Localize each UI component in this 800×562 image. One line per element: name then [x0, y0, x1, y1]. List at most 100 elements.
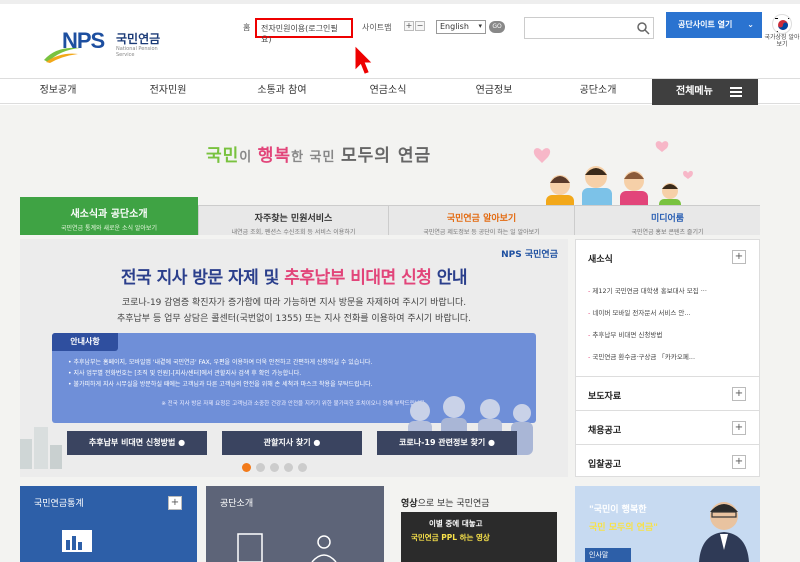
video-thumbnail[interactable]: 이별 중에 대놓고 국민연금 PPL 하는 영상 [401, 512, 557, 562]
tab-title: 자주찾는 민원서비스 [254, 214, 333, 224]
promo-line-1: "국민이 행복한 [589, 505, 647, 515]
slide-dot[interactable] [298, 463, 307, 472]
gnb-item-communication[interactable]: 소통과 참여 [232, 79, 332, 105]
slide-dot-active[interactable] [242, 463, 251, 472]
notice-item: • 추후납부는 홈페이지, 모바일앱 '내곁에 국민연금' FAX, 우편을 이… [68, 359, 373, 366]
sitemap-link[interactable]: 사이트맵 [362, 22, 391, 33]
news-list: 제12기 국민연금 대학생 홍보대사 모집 ··· 네이버 모바일 전자문서 서… [588, 280, 753, 368]
korea-flag-icon[interactable] [772, 14, 792, 34]
tab-frequent-services[interactable]: 자주찾는 민원서비스 내연금 조회, 펜션스 수신조회 등 서비스 이용하기 [198, 205, 388, 236]
banner-subtitle-1: 코로나-19 감염증 확진자가 증가함에 따라 가능하면 지사 방문을 자제하여… [121, 298, 467, 308]
logo-brand: NPS [62, 28, 105, 53]
tab-subtitle: 국민연금 통계와 새로운 소식 알아보기 [61, 225, 157, 232]
press-section: 보도자료 + [576, 376, 759, 402]
tab-media-room[interactable]: 미디어룸 국민연금 홍보 콘텐츠 즐기기 [574, 205, 760, 236]
bid-title[interactable]: 입찰공고 [588, 457, 621, 470]
banner-title-b: 추후납부 비대면 신청 [284, 268, 432, 288]
tab-title: 새소식과 공단소개 [70, 209, 148, 220]
press-more-button[interactable]: + [732, 387, 746, 401]
gnb-item-info[interactable]: 정보공개 [8, 79, 108, 105]
taegeuk-icon [775, 18, 791, 32]
news-panel: 새소식 + 제12기 국민연금 대학생 홍보대사 모집 ··· 네이버 모바일 … [575, 239, 760, 477]
news-item[interactable]: 추후납부 비대면 신청방법 [588, 324, 753, 346]
tab-subtitle: 국민연금 홍보 콘텐츠 즐기기 [631, 229, 704, 236]
slogan-part-e: 모두의 연금 [341, 146, 432, 166]
news-more-button[interactable]: + [732, 250, 746, 264]
stats-title: 국민연금통계 [34, 499, 84, 509]
banner-logo: NPS 국민연금 [501, 250, 558, 260]
main-banner[interactable]: NPS 국민연금 전국 지사 방문 자제 및 추후납부 비대면 신청 안내 코로… [20, 239, 568, 477]
slide-dot[interactable] [256, 463, 265, 472]
tab-title: 국민연금 알아보기 [446, 214, 517, 224]
promo-line-2: 국민 모두의 연금" [589, 523, 658, 533]
home-link[interactable]: 홈 [243, 22, 250, 33]
recruit-section: 채용공고 + [576, 410, 759, 436]
stats-card[interactable]: 국민연금통계 + [20, 486, 197, 562]
slogan-part-a: 국민 [206, 146, 240, 166]
search-icon[interactable] [636, 21, 650, 35]
zoom-in-button[interactable]: + [404, 21, 414, 31]
gnb-item-pension-info[interactable]: 연금정보 [444, 79, 544, 105]
hamburger-icon [730, 87, 742, 97]
news-item[interactable]: 국민연금 환수금·구상금 「카카오페... [588, 346, 753, 368]
covid-info-button[interactable]: 코로나-19 관련정보 찾기 ● [377, 431, 517, 455]
gnb-item-about[interactable]: 공단소개 [548, 79, 648, 105]
button-label: 관할지사 찾기 [263, 438, 311, 447]
slogan-part-d: 한 국민 [291, 150, 341, 165]
tab-learn-pension[interactable]: 국민연금 알아보기 국민연금 제도정보 등 공단이 하는 일 알아보기 [388, 205, 574, 236]
tab-subtitle: 국민연금 제도정보 등 공단이 하는 일 알아보기 [423, 229, 540, 236]
video-title-b: 으로 보는 국민연금 [417, 499, 490, 509]
bid-section: 입찰공고 + [576, 444, 759, 470]
about-card[interactable]: 공단소개 [206, 486, 384, 562]
news-item[interactable]: 네이버 모바일 전자문서 서비스 안... [588, 302, 753, 324]
greeting-button[interactable]: 인사말 [585, 548, 631, 562]
header: NPS 국민연금 National Pension Service 홈 전자민원… [0, 4, 800, 78]
nps-logo[interactable]: NPS 국민연금 National Pension Service [42, 28, 172, 64]
language-go-button[interactable]: GO [489, 21, 505, 33]
all-menu-button[interactable]: 전체메뉴 [652, 79, 758, 105]
zoom-out-button[interactable]: − [415, 21, 425, 31]
notice-item: • 불가피하게 지사 시무실을 방문하실 때에는 고객님과 다른 고객님의 안전… [68, 381, 373, 388]
language-select[interactable]: English ▾ [436, 20, 486, 34]
open-site-button[interactable]: 공단사이트 열기 ⌄ [666, 12, 762, 38]
bid-more-button[interactable]: + [732, 455, 746, 469]
banner-subtitle-2: 추후납부 등 업무 상담은 콜센터(국번없이 1355) 또는 지사 전화를 이… [116, 314, 472, 324]
search-input[interactable] [524, 17, 654, 39]
ceo-greeting-card[interactable]: "국민이 행복한 국민 모두의 연금" 인사말 [575, 486, 760, 562]
login-required-link[interactable]: 전자민원이용(로그인필요) [255, 18, 353, 44]
slide-dot[interactable] [270, 463, 279, 472]
logo-en: National Pension Service [116, 46, 158, 58]
button-label: 추후납부 비대면 신청방법 [88, 438, 176, 447]
news-item[interactable]: 제12기 국민연금 대학생 홍보대사 모집 ··· [588, 280, 753, 302]
video-card[interactable]: 영상으로 보는 국민연금 이별 중에 대놓고 국민연금 PPL 하는 영상 [393, 486, 568, 562]
tab-title: 미디어룸 [650, 214, 685, 224]
recruit-more-button[interactable]: + [732, 421, 746, 435]
section-tabs: 새소식과 공단소개 국민연금 통계와 새로운 소식 알아보기 자주찾는 민원서비… [20, 197, 760, 236]
press-title[interactable]: 보도자료 [588, 389, 621, 402]
ceo-portrait [699, 502, 749, 562]
tab-news-about[interactable]: 새소식과 공단소개 국민연금 통계와 새로운 소식 알아보기 [20, 197, 198, 235]
deferred-payment-method-button[interactable]: 추후납부 비대면 신청방법 ● [67, 431, 207, 455]
video-title: 영상으로 보는 국민연금 [401, 496, 490, 509]
banner-title-a: 전국 지사 방문 자제 및 [120, 268, 285, 288]
gnb-item-news[interactable]: 연금소식 [338, 79, 438, 105]
chevron-down-icon: ▾ [478, 22, 482, 30]
find-branch-button[interactable]: 관할지사 찾기 ● [222, 431, 362, 455]
zoom-controls: + − [404, 21, 425, 31]
gnb-item-eservice[interactable]: 전자민원 [118, 79, 218, 105]
stats-more-button[interactable]: + [168, 496, 182, 510]
flag-label[interactable]: 국가상징 알아보기 [764, 34, 800, 48]
banner-title: 전국 지사 방문 자제 및 추후납부 비대면 신청 안내 [20, 263, 568, 288]
red-cursor-arrow-icon [355, 46, 372, 74]
open-site-label: 공단사이트 열기 [678, 20, 733, 29]
slide-dot[interactable] [284, 463, 293, 472]
all-menu-label: 전체메뉴 [676, 86, 713, 97]
chevron-down-icon: ⌄ [747, 20, 754, 29]
notice-list: • 추후납부는 홈페이지, 모바일앱 '내곁에 국민연금' FAX, 우편을 이… [68, 357, 373, 390]
logo-name: 국민연금 [116, 32, 161, 46]
slogan-part-c: 행복 [257, 146, 292, 166]
button-label: 코로나-19 관련정보 찾기 [398, 438, 486, 447]
monitor-icon [62, 530, 92, 552]
recruit-title[interactable]: 채용공고 [588, 423, 621, 436]
about-icons [237, 533, 337, 562]
